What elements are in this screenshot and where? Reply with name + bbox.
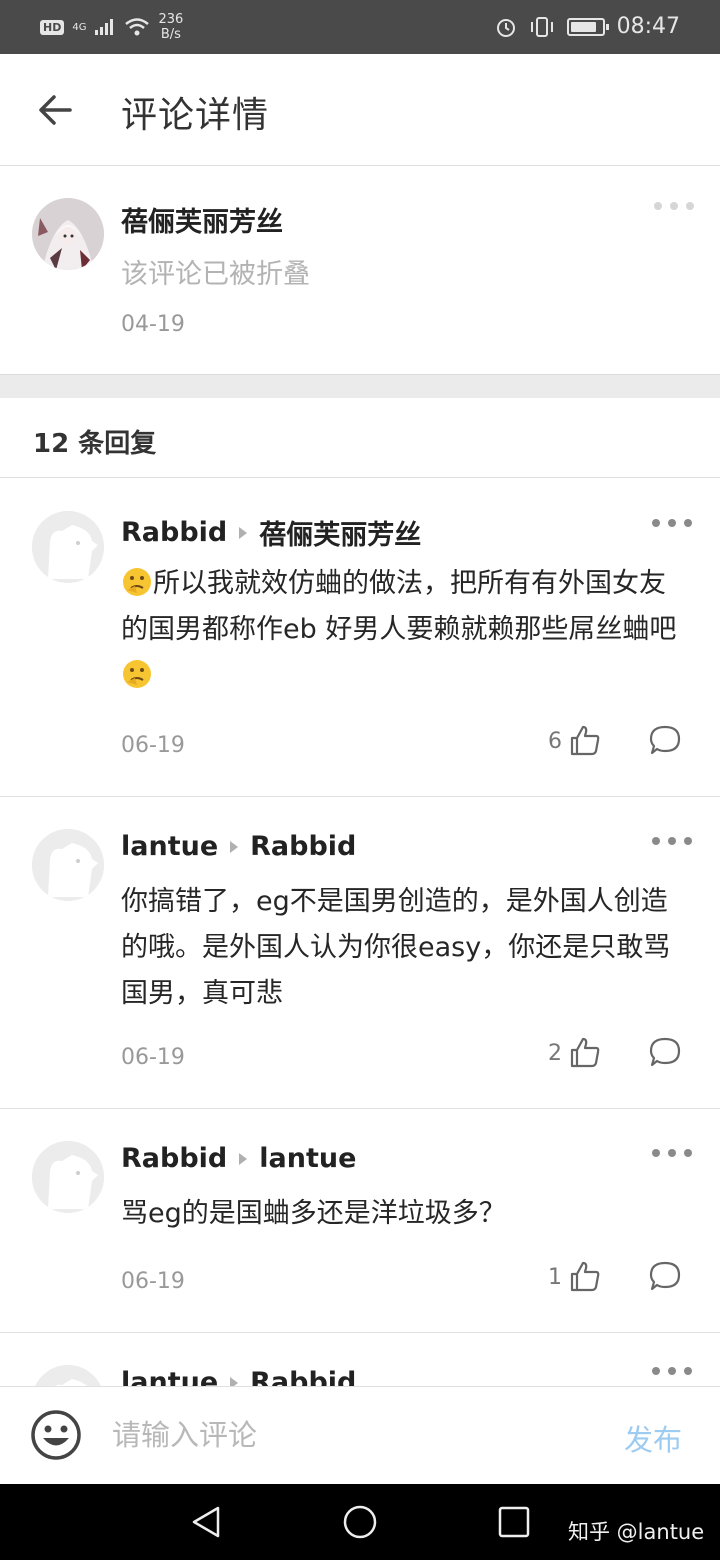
reply-text-content: 骂eg的是国蛐多还是洋垃圾多？ [121, 1198, 506, 1229]
thinking-emoji-icon [123, 660, 151, 688]
like-count: 1 [548, 1265, 562, 1290]
status-bar: HD 4G 236 B/s 08:47 [0, 0, 720, 54]
root-comment-folded: 该评论已被折叠 [121, 259, 310, 290]
reply-author-avatar[interactable] [32, 829, 104, 901]
reply-names: lantue Rabbid [121, 831, 356, 862]
reply-names: lantue Rabbid [121, 1367, 356, 1387]
system-nav-bar: 知乎 @lantue [0, 1484, 720, 1560]
publish-button[interactable]: 发布 [624, 1417, 682, 1459]
reply-to-arrow-icon [239, 1152, 248, 1165]
reply-item: lantue Rabbid 你搞错了，eg不是国男创造的，是外国人创造的哦。是外… [0, 797, 720, 1109]
default-avatar-icon [32, 1141, 104, 1213]
reply-to-arrow-icon [239, 526, 248, 539]
reply-item: Rabbid lantue 骂eg的是国蛐多还是洋垃圾多？ 06-19 1 [0, 1109, 720, 1333]
like-count: 6 [548, 729, 562, 754]
thumbs-up-icon[interactable] [568, 1259, 602, 1293]
reply-text-content: 你搞错了，eg不是国男创造的，是外国人创造的哦。是外国人认为你很easy，你还是… [121, 886, 671, 1009]
like-count: 2 [548, 1041, 562, 1066]
thumbs-up-icon[interactable] [568, 1035, 602, 1069]
status-left: HD 4G 236 B/s [40, 12, 183, 42]
reply-names: Rabbid lantue [121, 1143, 356, 1174]
reply-text-content: 所以我就效仿蛐的做法，把所有有外国女友的国男都称作eb 好男人要赖就赖那些屌丝蛐… [121, 568, 677, 645]
reply-author-name[interactable]: Rabbid [121, 1143, 227, 1174]
nav-home-icon[interactable] [342, 1504, 378, 1540]
reply-to-name[interactable]: lantue [259, 1143, 356, 1174]
root-comment-date: 04-19 [121, 312, 185, 337]
reply-date: 06-19 [121, 1045, 185, 1070]
reply-count-bar: 12 条回复 [0, 398, 720, 478]
vibrate-icon [530, 16, 553, 37]
default-avatar-icon [32, 1365, 104, 1387]
section-separator [0, 374, 720, 398]
reply-author-name[interactable]: Rabbid [121, 517, 227, 548]
reply-text: 骂eg的是国蛐多还是洋垃圾多？ [121, 1191, 691, 1237]
zhihu-watermark: 知乎 @lantue [568, 1520, 705, 1544]
clock: 08:47 [616, 14, 680, 39]
reply-to-name[interactable]: 蓓俪芙丽芳丝 [259, 513, 421, 552]
default-avatar-icon [32, 829, 104, 901]
reply-author-name[interactable]: lantue [121, 1367, 218, 1387]
root-author-name[interactable]: 蓓俪芙丽芳丝 [121, 200, 283, 239]
reply-count: 12 条回复 [33, 429, 157, 459]
reply-author-avatar[interactable] [32, 1365, 104, 1387]
reply-author-avatar[interactable] [32, 1141, 104, 1213]
network-type: 4G [72, 21, 87, 33]
page-title: 评论详情 [121, 95, 270, 136]
alarm-icon [496, 18, 515, 37]
net-speed: 236 B/s [158, 12, 183, 42]
back-arrow-icon[interactable] [34, 88, 78, 132]
reply-author-name[interactable]: lantue [121, 831, 218, 862]
reply-date: 06-19 [121, 733, 185, 758]
battery-icon [566, 17, 609, 36]
emoji-picker-icon[interactable] [30, 1409, 82, 1461]
thumbs-up-icon[interactable] [568, 723, 602, 757]
default-avatar-icon [32, 511, 104, 583]
reply-text: 你搞错了，eg不是国男创造的，是外国人创造的哦。是外国人认为你很easy，你还是… [121, 879, 691, 1017]
reply-to-arrow-icon [230, 840, 239, 853]
nav-back-icon[interactable] [188, 1504, 224, 1540]
status-right: 08:47 [495, 14, 680, 39]
comment-input-bar: 发布 [0, 1386, 720, 1484]
reply-item: Rabbid 蓓俪芙丽芳丝 所以我就效仿蛐的做法，把所有有外国女友的国男都称作e… [0, 479, 720, 797]
comment-input[interactable] [112, 1413, 592, 1457]
reply-bubble-icon[interactable] [648, 1259, 682, 1293]
reply-item: lantue Rabbid [0, 1333, 720, 1387]
thinking-emoji-icon [123, 568, 151, 596]
header: 评论详情 [0, 54, 720, 166]
reply-author-avatar[interactable] [32, 511, 104, 583]
reply-more-button[interactable] [652, 1361, 692, 1381]
root-more-button[interactable] [654, 196, 694, 216]
reply-more-button[interactable] [652, 831, 692, 851]
reply-more-button[interactable] [652, 1143, 692, 1163]
reply-to-name[interactable]: Rabbid [250, 831, 356, 862]
signal-icon [95, 19, 114, 35]
battery-level [570, 21, 597, 32]
reply-bubble-icon[interactable] [648, 723, 682, 757]
net-speed-unit: B/s [160, 27, 181, 42]
net-speed-value: 236 [158, 12, 184, 27]
anime-avatar-image [32, 198, 104, 270]
reply-date: 06-19 [121, 1269, 185, 1294]
reply-bubble-icon[interactable] [648, 1035, 682, 1069]
nav-recent-apps-icon[interactable] [496, 1504, 532, 1540]
reply-more-button[interactable] [652, 513, 692, 533]
hd-icon: HD [40, 19, 65, 35]
wifi-icon [125, 18, 150, 36]
reply-names: Rabbid 蓓俪芙丽芳丝 [121, 513, 421, 552]
root-author-avatar[interactable] [32, 198, 104, 270]
reply-to-name[interactable]: Rabbid [250, 1367, 356, 1387]
reply-text: 所以我就效仿蛐的做法，把所有有外国女友的国男都称作eb 好男人要赖就赖那些屌丝蛐… [121, 561, 691, 699]
